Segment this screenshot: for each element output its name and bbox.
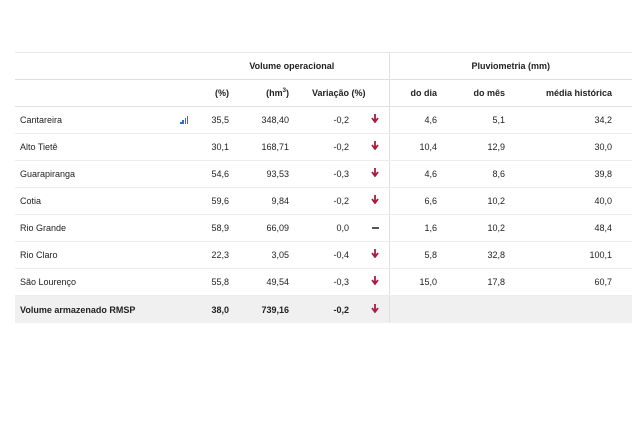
rain-month-value: 12,9 <box>445 133 506 161</box>
table-row: Rio Claro 22,3 3,05 -0,4 5,8 32,8 100,1 <box>15 241 633 269</box>
rain-month-value: 5,1 <box>445 106 506 134</box>
variation-value: -0,2 <box>289 187 349 215</box>
trend-down-icon <box>349 241 390 269</box>
trend-down-icon <box>349 133 390 161</box>
col-hm3: (hm3) <box>229 79 289 107</box>
total-hm3: 739,16 <box>229 295 289 323</box>
rain-month-value: 17,8 <box>445 268 506 296</box>
rain-day-value: 15,0 <box>388 268 446 296</box>
reservoir-name: Guarapiranga <box>15 160 195 188</box>
table-row: Cotia 59,6 9,84 -0,2 6,6 10,2 40,0 <box>15 187 633 215</box>
total-empty <box>388 295 446 323</box>
rain-month-value: 32,8 <box>445 241 506 269</box>
trend-down-icon <box>349 106 390 134</box>
reservoir-name: Rio Claro <box>15 241 195 269</box>
col-name <box>15 79 195 107</box>
rain-month-value: 10,2 <box>445 187 506 215</box>
trend-down-icon <box>349 268 390 296</box>
hm3-value: 348,40 <box>229 106 289 134</box>
col-day: do dia <box>388 79 446 107</box>
header-empty <box>15 52 195 80</box>
table-row: São Lourenço 55,8 49,54 -0,3 15,0 17,8 60,7 <box>15 268 633 296</box>
total-empty <box>505 295 633 323</box>
col-hist: média histórica <box>505 79 633 107</box>
table-row: Rio Grande 58,9 66,09 0,0 1,6 10,2 48,4 <box>15 214 633 242</box>
pct-value: 22,3 <box>195 241 229 269</box>
hm3-value: 49,54 <box>229 268 289 296</box>
col-pct: (%) <box>195 79 229 107</box>
hm3-value: 93,53 <box>229 160 289 188</box>
reservoir-label: Alto Tietê <box>20 142 58 152</box>
rain-day-value: 4,6 <box>388 160 446 188</box>
rain-hist-value: 48,4 <box>505 214 633 242</box>
total-label: Volume armazenado RMSP <box>15 295 195 323</box>
rain-day-value: 10,4 <box>388 133 446 161</box>
rain-hist-value: 100,1 <box>505 241 633 269</box>
total-empty <box>445 295 506 323</box>
hm3-value: 3,05 <box>229 241 289 269</box>
variation-value: -0,4 <box>289 241 349 269</box>
hm3-value: 168,71 <box>229 133 289 161</box>
table-row: Guarapiranga 54,6 93,53 -0,3 4,6 8,6 39,8 <box>15 160 633 188</box>
pct-value: 59,6 <box>195 187 229 215</box>
signal-bars-icon[interactable] <box>180 116 189 124</box>
reservoir-name: Rio Grande <box>15 214 195 242</box>
variation-value: -0,2 <box>289 133 349 161</box>
trend-down-icon <box>349 295 390 323</box>
pct-value: 54,6 <box>195 160 229 188</box>
rain-day-value: 4,6 <box>388 106 446 134</box>
pct-value: 30,1 <box>195 133 229 161</box>
table-row: Cantareira 35,5 348,40 -0,2 4,6 5,1 34,2 <box>15 106 633 134</box>
volume-group-header: Volume operacional <box>195 52 390 80</box>
reservoir-label: São Lourenço <box>20 277 77 287</box>
table-row: Alto Tietê 30,1 168,71 -0,2 10,4 12,9 30,0 <box>15 133 633 161</box>
reservoir-name: Cantareira <box>15 106 195 134</box>
rain-hist-value: 34,2 <box>505 106 633 134</box>
variation-value: 0,0 <box>289 214 349 242</box>
variation-value: -0,2 <box>289 106 349 134</box>
trend-flat-icon <box>349 214 390 242</box>
rain-hist-value: 60,7 <box>505 268 633 296</box>
total-variation: -0,2 <box>289 295 349 323</box>
trend-down-icon <box>349 160 390 188</box>
variation-value: -0,3 <box>289 160 349 188</box>
rain-day-value: 6,6 <box>388 187 446 215</box>
variation-value: -0,3 <box>289 268 349 296</box>
reservoir-label: Cantareira <box>20 115 63 125</box>
rain-month-value: 8,6 <box>445 160 506 188</box>
hm3-value: 9,84 <box>229 187 289 215</box>
reservoir-name: Cotia <box>15 187 195 215</box>
rain-day-value: 5,8 <box>388 241 446 269</box>
reservoir-table: Volume operacional Pluviometria (mm) (%)… <box>15 52 633 323</box>
pct-value: 55,8 <box>195 268 229 296</box>
rain-day-value: 1,6 <box>388 214 446 242</box>
reservoir-label: Cotia <box>20 196 42 206</box>
rain-hist-value: 39,8 <box>505 160 633 188</box>
reservoir-table-container: Volume operacional Pluviometria (mm) (%)… <box>15 52 633 323</box>
total-pct: 38,0 <box>195 295 229 323</box>
col-variation: Variação (%) <box>289 79 390 107</box>
pluvio-group-header: Pluviometria (mm) <box>388 52 633 80</box>
reservoir-label: Rio Grande <box>20 223 67 233</box>
rain-month-value: 10,2 <box>445 214 506 242</box>
rain-hist-value: 40,0 <box>505 187 633 215</box>
reservoir-label: Rio Claro <box>20 250 58 260</box>
pct-value: 35,5 <box>195 106 229 134</box>
col-month: do mês <box>445 79 506 107</box>
reservoir-label: Guarapiranga <box>20 169 76 179</box>
pct-value: 58,9 <box>195 214 229 242</box>
hm3-value: 66,09 <box>229 214 289 242</box>
trend-down-icon <box>349 187 390 215</box>
total-row: Volume armazenado RMSP 38,0 739,16 -0,2 <box>15 295 633 323</box>
reservoir-name: São Lourenço <box>15 268 195 296</box>
rain-hist-value: 30,0 <box>505 133 633 161</box>
reservoir-name: Alto Tietê <box>15 133 195 161</box>
